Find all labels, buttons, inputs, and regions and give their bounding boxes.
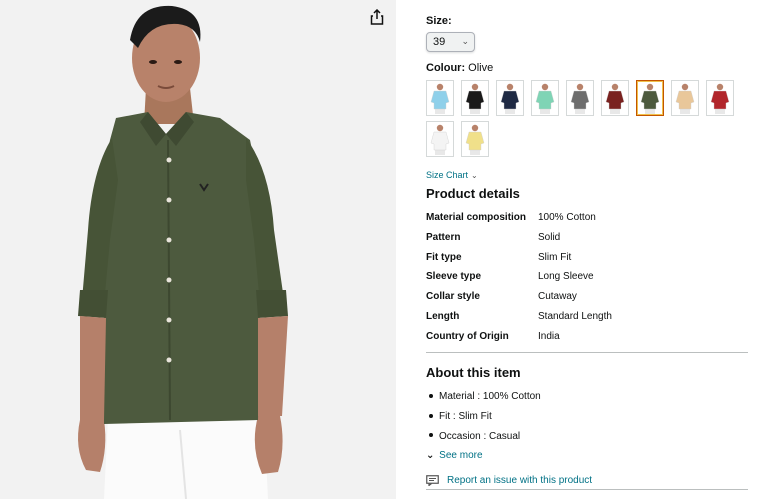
detail-key: Material composition — [426, 212, 527, 223]
detail-row: Sleeve type Long Sleeve — [426, 271, 746, 285]
shirt-thumbnail — [430, 83, 450, 114]
share-button[interactable] — [366, 6, 388, 28]
colour-swatch[interactable] — [636, 80, 664, 116]
detail-value: 100% Cotton — [538, 212, 596, 223]
colour-swatch[interactable] — [566, 80, 594, 116]
detail-value: Slim Fit — [538, 251, 572, 263]
detail-key: Country of Origin — [426, 330, 509, 342]
detail-value: Solid — [538, 231, 561, 243]
product-details-pane: Size: 39 ⌄ Colour: Olive Size Chart ⌄ Pro… — [426, 0, 748, 499]
bullet-text: Occasion : Casual — [439, 430, 521, 442]
detail-row: Fit type Slim Fit — [426, 252, 746, 266]
list-item: Material : 100% Cotton — [426, 391, 541, 402]
bullet-icon — [429, 433, 433, 438]
product-image[interactable] — [0, 0, 396, 499]
detail-row: Material composition 100% Cotton — [426, 212, 746, 226]
report-issue-link[interactable]: Report an issue with this product — [426, 475, 592, 486]
report-issue-label: Report an issue with this product — [447, 475, 593, 486]
size-label: Size: — [426, 15, 452, 27]
section-divider — [426, 352, 748, 353]
colour-swatch[interactable] — [461, 80, 489, 116]
bullet-icon — [429, 413, 433, 418]
detail-key: Length — [426, 311, 460, 322]
colour-swatch[interactable] — [706, 80, 734, 116]
shirt-thumbnail — [500, 83, 520, 114]
detail-row: Country of Origin India — [426, 331, 746, 345]
detail-key: Fit type — [426, 251, 462, 263]
about-item-title: About this item — [426, 365, 521, 380]
chevron-down-icon: ⌄ — [471, 171, 478, 180]
colour-selected-value: Olive — [468, 62, 494, 74]
shirt-thumbnail — [675, 83, 695, 114]
colour-label: Colour: Olive — [426, 62, 493, 74]
shirt-thumbnail — [465, 124, 485, 155]
detail-value: Long Sleeve — [538, 271, 594, 283]
bullet-text: Material : 100% Cotton — [439, 391, 541, 402]
colour-swatch[interactable] — [496, 80, 524, 116]
colour-label-title: Colour: — [426, 62, 466, 74]
colour-swatch[interactable] — [671, 80, 699, 116]
detail-key: Pattern — [426, 231, 461, 243]
colour-swatch[interactable] — [461, 121, 489, 157]
shirt-thumbnail — [640, 83, 660, 114]
detail-row: Pattern Solid — [426, 232, 746, 246]
size-chart-link[interactable]: Size Chart ⌄ — [426, 170, 478, 180]
list-item: Occasion : Casual — [426, 431, 520, 442]
size-dropdown[interactable]: 39 ⌄ — [426, 32, 475, 52]
colour-swatch[interactable] — [531, 80, 559, 116]
shirt-thumbnail — [570, 83, 590, 114]
shirt-thumbnail — [430, 124, 450, 155]
detail-row: Collar style Cutaway — [426, 291, 746, 305]
see-more-link[interactable]: ⌄ See more — [426, 450, 483, 461]
colour-swatch[interactable] — [426, 80, 454, 116]
section-divider — [426, 489, 748, 490]
see-more-label: See more — [439, 450, 483, 461]
detail-key: Collar style — [426, 291, 480, 303]
detail-value: Standard Length — [538, 311, 612, 322]
size-selected-value: 39 — [433, 36, 446, 48]
detail-value: Cutaway — [538, 291, 577, 303]
detail-value: India — [538, 330, 560, 342]
product-image-pane — [0, 0, 396, 499]
shirt-thumbnail — [605, 83, 625, 114]
size-chart-label: Size Chart — [426, 170, 469, 180]
shirt-thumbnail — [710, 83, 730, 114]
shirt-thumbnail — [465, 83, 485, 114]
bullet-icon — [429, 393, 433, 398]
comment-icon — [426, 475, 439, 486]
list-item: Fit : Slim Fit — [426, 411, 492, 422]
shirt-thumbnail — [535, 83, 555, 114]
chevron-down-icon: ⌄ — [426, 450, 435, 461]
chevron-down-icon: ⌄ — [461, 36, 469, 46]
colour-swatch[interactable] — [426, 121, 454, 157]
detail-key: Sleeve type — [426, 271, 482, 283]
colour-swatch[interactable] — [601, 80, 629, 116]
product-details-title: Product details — [426, 186, 520, 201]
share-icon — [370, 9, 384, 25]
bullet-text: Fit : Slim Fit — [439, 410, 492, 422]
detail-row: Length Standard Length — [426, 311, 746, 325]
